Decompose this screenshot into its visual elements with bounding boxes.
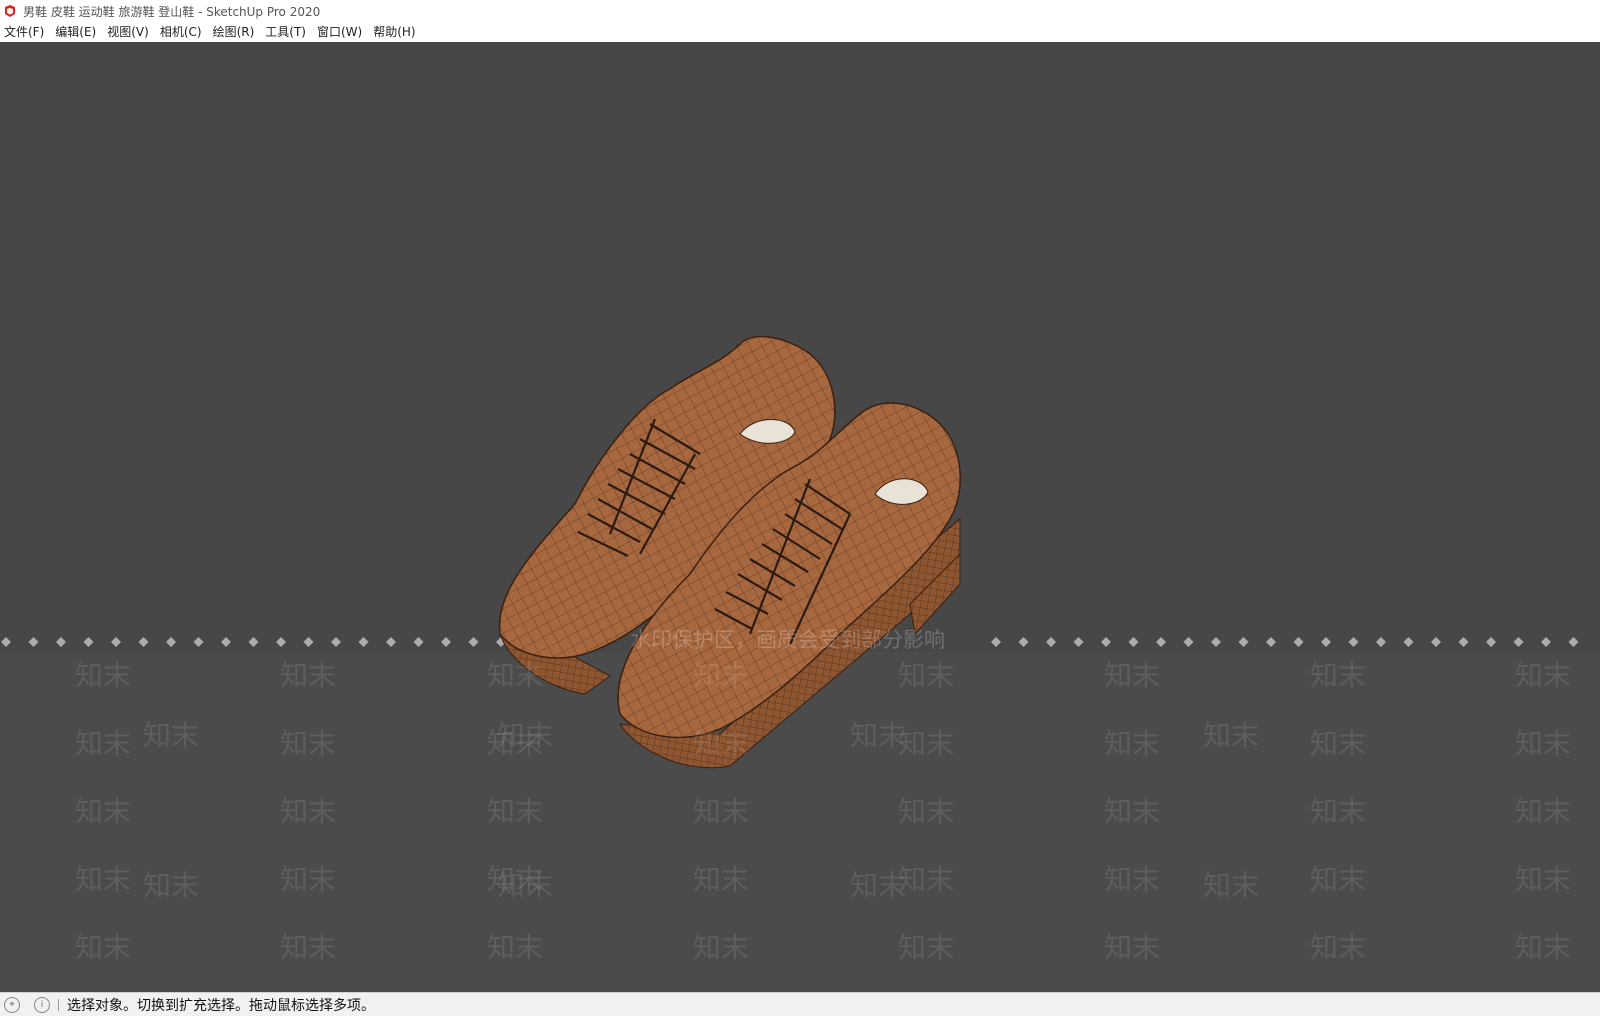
watermark-diamond	[1293, 637, 1304, 647]
menu-edit[interactable]: 编辑(E)	[51, 22, 103, 42]
menu-draw[interactable]: 绘图(R)	[209, 22, 262, 42]
watermark-diamond	[468, 637, 479, 647]
info-icon[interactable]: i	[34, 996, 50, 1013]
watermark-diamond	[56, 637, 66, 647]
watermark-diamond	[1266, 637, 1276, 647]
watermark-diamond	[1101, 637, 1111, 647]
watermark-diamond	[1486, 637, 1496, 647]
watermark-diamond	[1568, 637, 1579, 647]
menu-tools[interactable]: 工具(T)	[261, 22, 313, 42]
watermark-diamond	[441, 637, 451, 647]
watermark-diamond	[1073, 637, 1084, 647]
watermark-diamond	[138, 637, 149, 647]
watermark-diamond	[1046, 637, 1056, 647]
status-divider	[58, 998, 59, 1011]
menu-camera[interactable]: 相机(C)	[156, 22, 209, 42]
title-bar: 男鞋 皮鞋 运动鞋 旅游鞋 登山鞋 - SketchUp Pro 2020	[0, 0, 1600, 22]
status-bar: ⌖ i 选择对象。切换到扩充选择。拖动鼠标选择多项。	[0, 992, 1600, 1016]
watermark-diamond	[1156, 637, 1166, 647]
watermark-diamond	[111, 637, 121, 647]
menu-help[interactable]: 帮助(H)	[369, 22, 422, 42]
watermark-diamond	[83, 637, 94, 647]
menu-view[interactable]: 视图(V)	[103, 22, 156, 42]
watermark-diamond	[1348, 637, 1359, 647]
watermark-diamond	[1431, 637, 1441, 647]
geolocation-icon[interactable]: ⌖	[4, 996, 20, 1013]
watermark-diamond	[1403, 637, 1414, 647]
watermark-diamond	[1321, 637, 1331, 647]
watermark-diamond	[1458, 637, 1469, 647]
menu-bar: 文件(F) 编辑(E) 视图(V) 相机(C) 绘图(R) 工具(T) 窗口(W…	[0, 22, 1600, 43]
watermark-diamond	[386, 637, 396, 647]
watermark-diamond	[1238, 637, 1249, 647]
watermark-diamond	[276, 637, 286, 647]
watermark-diamond	[1128, 637, 1139, 647]
shoe-model[interactable]	[490, 304, 990, 774]
watermark-diamond	[991, 637, 1001, 647]
menu-window[interactable]: 窗口(W)	[313, 22, 369, 42]
watermark-diamond	[413, 637, 424, 647]
watermark-diamond	[1513, 637, 1524, 647]
watermark-diamond	[193, 637, 204, 647]
watermark-diamond	[303, 637, 314, 647]
model-viewport[interactable]: 水印保护区，画质会受到部分影响 知末知末知末知末知末知末知末知末知末知末知末知末…	[0, 42, 1600, 992]
window-title: 男鞋 皮鞋 运动鞋 旅游鞋 登山鞋 - SketchUp Pro 2020	[23, 4, 321, 19]
watermark-diamond	[28, 637, 39, 647]
watermark-diamond	[358, 637, 369, 647]
status-message: 选择对象。切换到扩充选择。拖动鼠标选择多项。	[67, 997, 375, 1014]
watermark-diamond	[1183, 637, 1194, 647]
sketchup-logo-icon	[3, 4, 17, 18]
watermark-diamond	[221, 637, 231, 647]
watermark-diamond	[331, 637, 341, 647]
watermark-diamond	[1376, 637, 1386, 647]
watermark-diamond	[248, 637, 259, 647]
watermark-diamond	[1018, 637, 1029, 647]
watermark-diamond	[1, 637, 11, 647]
watermark-diamond	[166, 637, 176, 647]
watermark-diamond	[1541, 637, 1551, 647]
watermark-diamond	[1211, 637, 1221, 647]
menu-file[interactable]: 文件(F)	[0, 22, 51, 42]
